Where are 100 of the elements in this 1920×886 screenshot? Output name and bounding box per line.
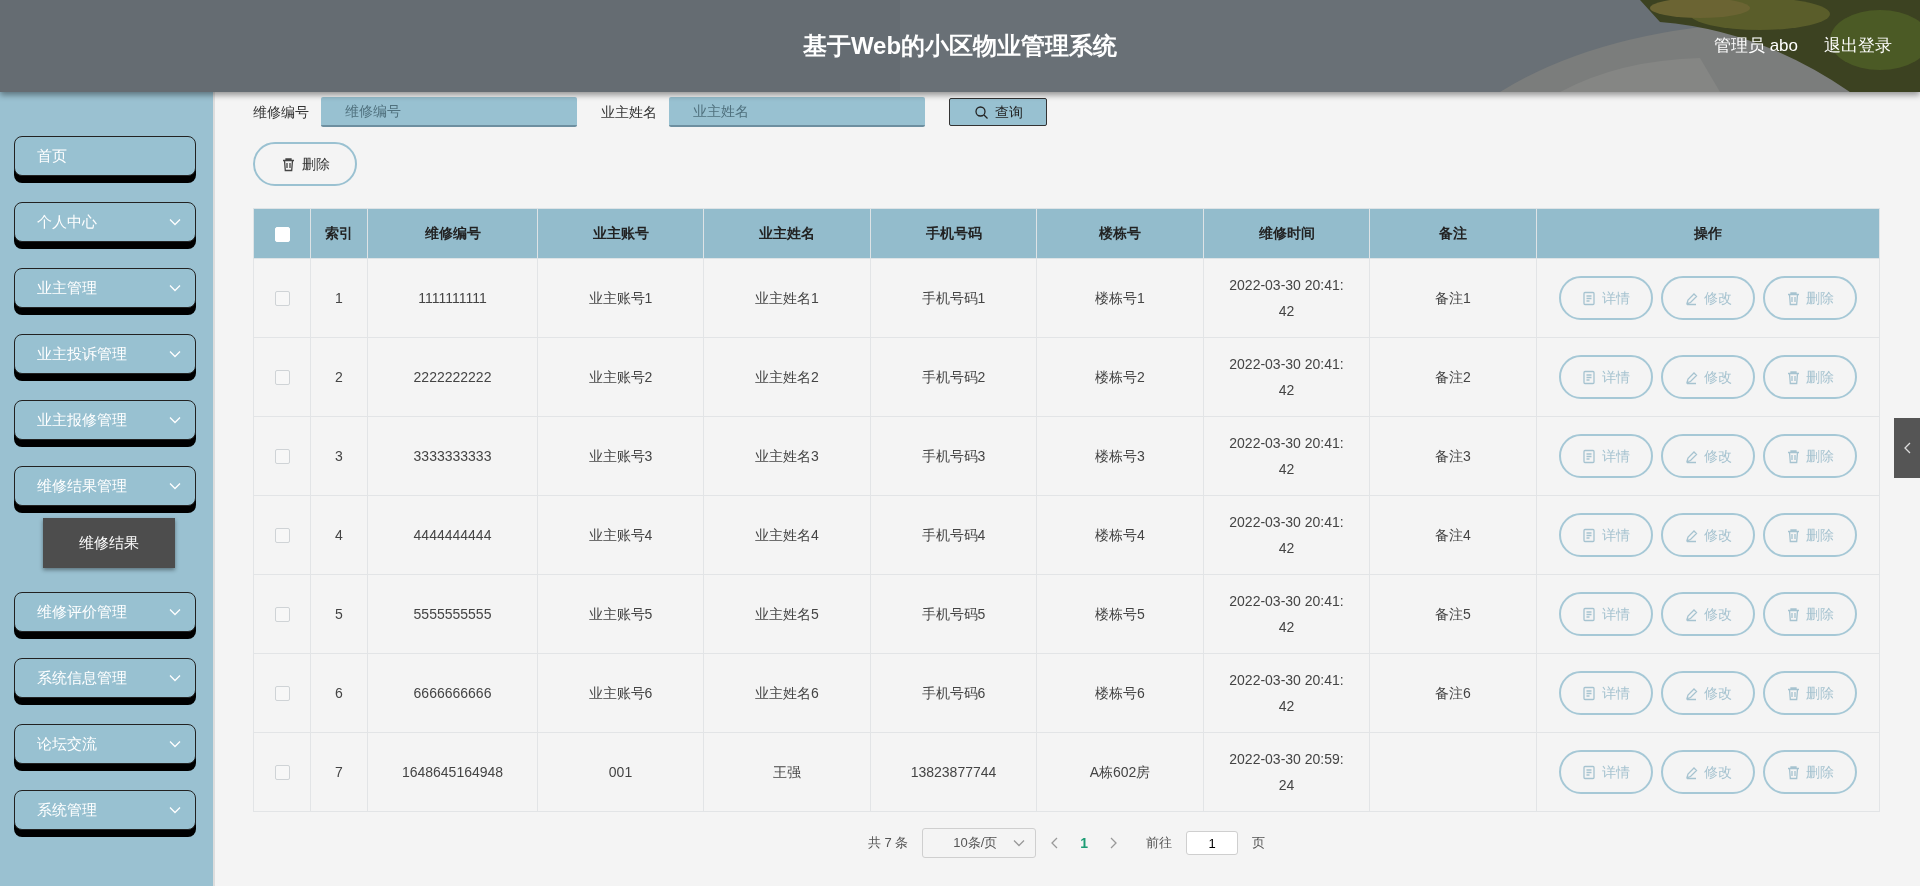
- delete-button[interactable]: 删除: [1763, 355, 1857, 399]
- details-button[interactable]: 详情: [1559, 434, 1653, 478]
- delete-button[interactable]: 删除: [1763, 750, 1857, 794]
- chevron-down-icon: [169, 218, 181, 226]
- table-cell: 手机号码5: [921, 605, 986, 622]
- trash-icon: [1786, 527, 1801, 543]
- row-checkbox[interactable]: [274, 449, 290, 465]
- column-header: 楼栋号: [1099, 225, 1141, 241]
- table-cell: 3333333333: [413, 447, 492, 464]
- row-checkbox[interactable]: [274, 686, 290, 702]
- collapse-toggle[interactable]: [1894, 418, 1920, 478]
- table-cell: 业主姓名1: [755, 289, 819, 306]
- column-header: 维修时间: [1258, 225, 1315, 241]
- next-page-icon: [1110, 837, 1119, 849]
- delete-button[interactable]: 删除: [1763, 671, 1857, 715]
- trash-icon: [1786, 448, 1801, 464]
- chevron-down-icon: [169, 284, 181, 292]
- trash-icon: [1786, 606, 1801, 622]
- table-cell: 1111111111: [418, 289, 487, 306]
- chevron-down-icon: [169, 674, 181, 682]
- chevron-down-icon: [169, 482, 181, 490]
- table-cell: 楼栋号5: [1095, 605, 1145, 622]
- delete-button[interactable]: 删除: [1763, 434, 1857, 478]
- details-button[interactable]: 详情: [1559, 671, 1653, 715]
- document-icon: [1582, 606, 1597, 622]
- search-field[interactable]: 业主姓名: [669, 97, 925, 127]
- table-cell: 业主姓名2: [755, 368, 819, 385]
- edit-button[interactable]: 修改: [1661, 355, 1755, 399]
- search-field[interactable]: 维修编号: [321, 97, 577, 127]
- table-cell-text: 2022-03-30 20:41:42: [1228, 276, 1345, 321]
- column-header: 业主姓名: [759, 225, 815, 241]
- edit-button[interactable]: 修改: [1661, 592, 1755, 636]
- table-cell: 4444444444: [413, 526, 492, 543]
- table-cell: 6: [335, 684, 343, 701]
- table-cell: 7: [335, 763, 343, 780]
- details-button[interactable]: 详情: [1559, 513, 1653, 557]
- edit-button[interactable]: 修改: [1661, 434, 1755, 478]
- trash-icon: [280, 156, 296, 172]
- table-cell: 备注6: [1435, 684, 1471, 701]
- page-size-select[interactable]: 10条/页: [922, 828, 1037, 858]
- table-cell: 2222222222: [413, 368, 492, 385]
- table-cell: 3: [335, 447, 343, 464]
- table-cell: 楼栋号6: [1095, 684, 1145, 701]
- table-cell: 王强: [773, 763, 801, 780]
- column-header: 操作: [1694, 225, 1722, 241]
- table-cell: 业主姓名6: [755, 684, 819, 701]
- page-suffix: 页: [1252, 834, 1266, 853]
- trash-icon: [1786, 290, 1801, 306]
- chevron-down-icon: [169, 806, 181, 814]
- submenu-item[interactable]: 维修结果: [43, 518, 175, 568]
- table-cell: 业主账号4: [588, 526, 653, 543]
- trash-icon: [1786, 369, 1801, 385]
- column-header: 备注: [1439, 225, 1467, 241]
- details-button[interactable]: 详情: [1559, 276, 1653, 320]
- table-cell-text: 2022-03-30 20:41:42: [1228, 592, 1345, 637]
- goto-label: 前往: [1146, 834, 1173, 853]
- row-checkbox[interactable]: [274, 370, 290, 386]
- table-cell-text: 2022-03-30 20:41:42: [1228, 671, 1345, 716]
- details-button[interactable]: 详情: [1559, 750, 1653, 794]
- table-cell: 手机号码1: [921, 289, 986, 306]
- table-cell: 楼栋号2: [1095, 368, 1145, 385]
- row-checkbox[interactable]: [274, 765, 290, 781]
- table-cell-text: 2022-03-30 20:41:42: [1228, 355, 1345, 400]
- table-cell: 楼栋号3: [1095, 447, 1145, 464]
- chevron-down-icon: [169, 608, 181, 616]
- delete-button[interactable]: 删除: [253, 142, 357, 186]
- page-number[interactable]: 1: [1072, 832, 1097, 854]
- edit-button[interactable]: 修改: [1661, 671, 1755, 715]
- table-cell: 4: [335, 526, 343, 543]
- table-cell: 楼栋号1: [1095, 289, 1145, 306]
- search-button[interactable]: 查询: [949, 98, 1047, 126]
- row-checkbox[interactable]: [274, 607, 290, 623]
- table-cell: 2: [335, 368, 343, 385]
- column-header: 索引: [325, 225, 353, 241]
- document-icon: [1582, 764, 1597, 780]
- logout-link[interactable]: 退出登录: [1824, 33, 1892, 59]
- table-cell: 业主账号6: [588, 684, 653, 701]
- column-header: 维修编号: [424, 225, 481, 241]
- page-input[interactable]: 1: [1186, 831, 1239, 855]
- document-icon: [1582, 527, 1597, 543]
- table-cell: A栋602房: [1089, 763, 1151, 780]
- table-cell: 1648645164948: [401, 763, 504, 780]
- delete-button[interactable]: 删除: [1763, 513, 1857, 557]
- edit-button[interactable]: 修改: [1661, 513, 1755, 557]
- table-cell: 5555555555: [413, 605, 492, 622]
- field-label: 维修编号: [253, 102, 309, 122]
- chevron-down-icon: [169, 416, 181, 424]
- table-cell: 业主账号3: [588, 447, 653, 464]
- row-checkbox[interactable]: [274, 291, 290, 307]
- select-all-checkbox[interactable]: [274, 226, 290, 242]
- row-checkbox[interactable]: [274, 528, 290, 544]
- document-icon: [1582, 685, 1597, 701]
- delete-button[interactable]: 删除: [1763, 276, 1857, 320]
- delete-button[interactable]: 删除: [1763, 592, 1857, 636]
- details-button[interactable]: 详情: [1559, 592, 1653, 636]
- details-button[interactable]: 详情: [1559, 355, 1653, 399]
- edit-button[interactable]: 修改: [1661, 750, 1755, 794]
- edit-button[interactable]: 修改: [1661, 276, 1755, 320]
- column-header: 业主账号: [592, 225, 649, 241]
- total-count: 共 7 条: [867, 834, 909, 853]
